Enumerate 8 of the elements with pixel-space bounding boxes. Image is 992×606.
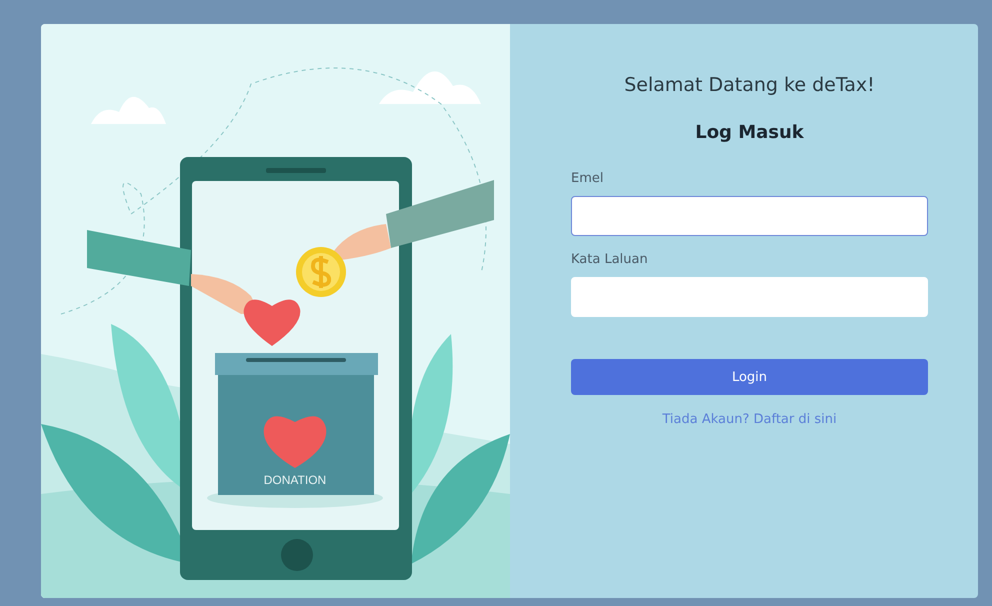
login-title: Log Masuk [695,122,804,143]
signup-link[interactable]: Tiada Akaun? Daftar di sini [662,412,837,427]
welcome-heading: Selamat Datang ke deTax! [624,74,875,96]
input-field[interactable] [571,196,928,236]
box-label: DONATION [264,473,326,487]
login-button[interactable]: Login [571,359,928,395]
field-label: Kata Laluan [571,252,649,267]
field-label: Emel [571,171,604,186]
